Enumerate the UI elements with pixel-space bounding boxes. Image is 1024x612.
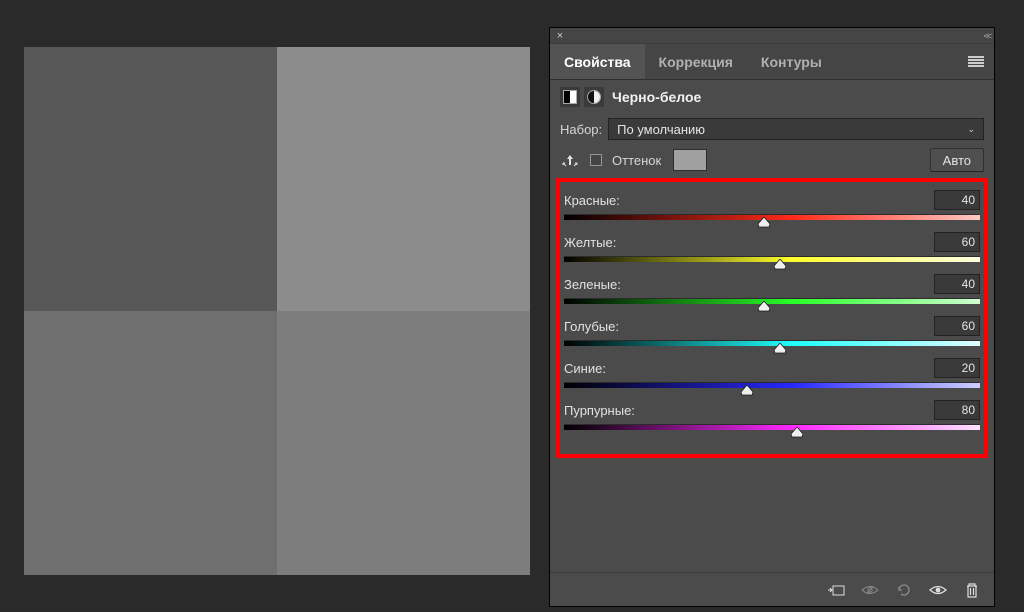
slider-thumb[interactable] bbox=[758, 301, 770, 312]
slider-value-input[interactable] bbox=[934, 232, 980, 252]
slider-value-input[interactable] bbox=[934, 190, 980, 210]
slider-track[interactable] bbox=[564, 340, 980, 350]
tab-adjustments[interactable]: Коррекция bbox=[645, 44, 747, 79]
slider-value-input[interactable] bbox=[934, 400, 980, 420]
color-slider: Пурпурные: bbox=[564, 400, 980, 434]
slider-track[interactable] bbox=[564, 256, 980, 266]
slider-track[interactable] bbox=[564, 424, 980, 434]
slider-thumb[interactable] bbox=[741, 385, 753, 396]
color-slider: Красные: bbox=[564, 190, 980, 224]
slider-thumb[interactable] bbox=[774, 259, 786, 270]
panel-footer bbox=[550, 572, 994, 606]
clip-to-layer-icon[interactable] bbox=[824, 578, 848, 602]
tab-properties[interactable]: Свойства bbox=[550, 44, 645, 79]
slider-label: Зеленые: bbox=[564, 277, 621, 292]
panel-titlebar: × << bbox=[550, 28, 994, 44]
slider-value-input[interactable] bbox=[934, 358, 980, 378]
adjustment-header: Черно-белое bbox=[550, 80, 994, 114]
canvas-tile bbox=[277, 311, 530, 575]
preset-value: По умолчанию bbox=[617, 122, 705, 137]
canvas-tile bbox=[277, 47, 530, 311]
targeted-adjustment-icon[interactable] bbox=[560, 150, 580, 170]
tint-label: Оттенок bbox=[612, 153, 661, 168]
view-previous-state-icon[interactable] bbox=[858, 578, 882, 602]
black-white-icon bbox=[560, 87, 580, 107]
tint-color-swatch[interactable] bbox=[673, 149, 707, 171]
slider-label: Красные: bbox=[564, 193, 620, 208]
slider-value-input[interactable] bbox=[934, 274, 980, 294]
slider-track[interactable] bbox=[564, 298, 980, 308]
slider-track[interactable] bbox=[564, 214, 980, 224]
preset-row: Набор: По умолчанию ⌄ bbox=[550, 114, 994, 144]
slider-label: Желтые: bbox=[564, 235, 616, 250]
tab-paths[interactable]: Контуры bbox=[747, 44, 836, 79]
color-slider: Зеленые: bbox=[564, 274, 980, 308]
delete-icon[interactable] bbox=[960, 578, 984, 602]
canvas-tile bbox=[24, 311, 277, 575]
tint-checkbox[interactable] bbox=[590, 154, 602, 166]
color-slider: Голубые: bbox=[564, 316, 980, 350]
sliders-highlight: Красные: Желтые: Зеленые: Голубые: Синие: Пур… bbox=[556, 178, 988, 458]
slider-label: Пурпурные: bbox=[564, 403, 635, 418]
reset-icon[interactable] bbox=[892, 578, 916, 602]
panel-tab-row: Свойства Коррекция Контуры bbox=[550, 44, 994, 80]
preset-label: Набор: bbox=[560, 122, 602, 137]
slider-label: Синие: bbox=[564, 361, 606, 376]
toggle-visibility-icon[interactable] bbox=[926, 578, 950, 602]
slider-thumb[interactable] bbox=[791, 427, 803, 438]
slider-track[interactable] bbox=[564, 382, 980, 392]
close-panel-icon[interactable]: × bbox=[553, 29, 567, 43]
color-slider: Синие: bbox=[564, 358, 980, 392]
slider-thumb[interactable] bbox=[774, 343, 786, 354]
slider-label: Голубые: bbox=[564, 319, 619, 334]
preset-select[interactable]: По умолчанию ⌄ bbox=[608, 118, 984, 140]
properties-panel: × << Свойства Коррекция Контуры Черно-бе… bbox=[550, 28, 994, 606]
tint-row: Оттенок Авто bbox=[550, 144, 994, 176]
chevron-down-icon: ⌄ bbox=[967, 124, 975, 135]
adjustment-title: Черно-белое bbox=[612, 89, 701, 105]
auto-button[interactable]: Авто bbox=[930, 148, 984, 172]
panel-menu-icon[interactable] bbox=[958, 44, 994, 79]
canvas-tile bbox=[24, 47, 277, 311]
collapse-panel-icon[interactable]: << bbox=[983, 31, 990, 41]
adjustment-layer-icon bbox=[584, 87, 604, 107]
color-slider: Желтые: bbox=[564, 232, 980, 266]
slider-value-input[interactable] bbox=[934, 316, 980, 336]
slider-thumb[interactable] bbox=[758, 217, 770, 228]
canvas-preview bbox=[24, 47, 530, 575]
